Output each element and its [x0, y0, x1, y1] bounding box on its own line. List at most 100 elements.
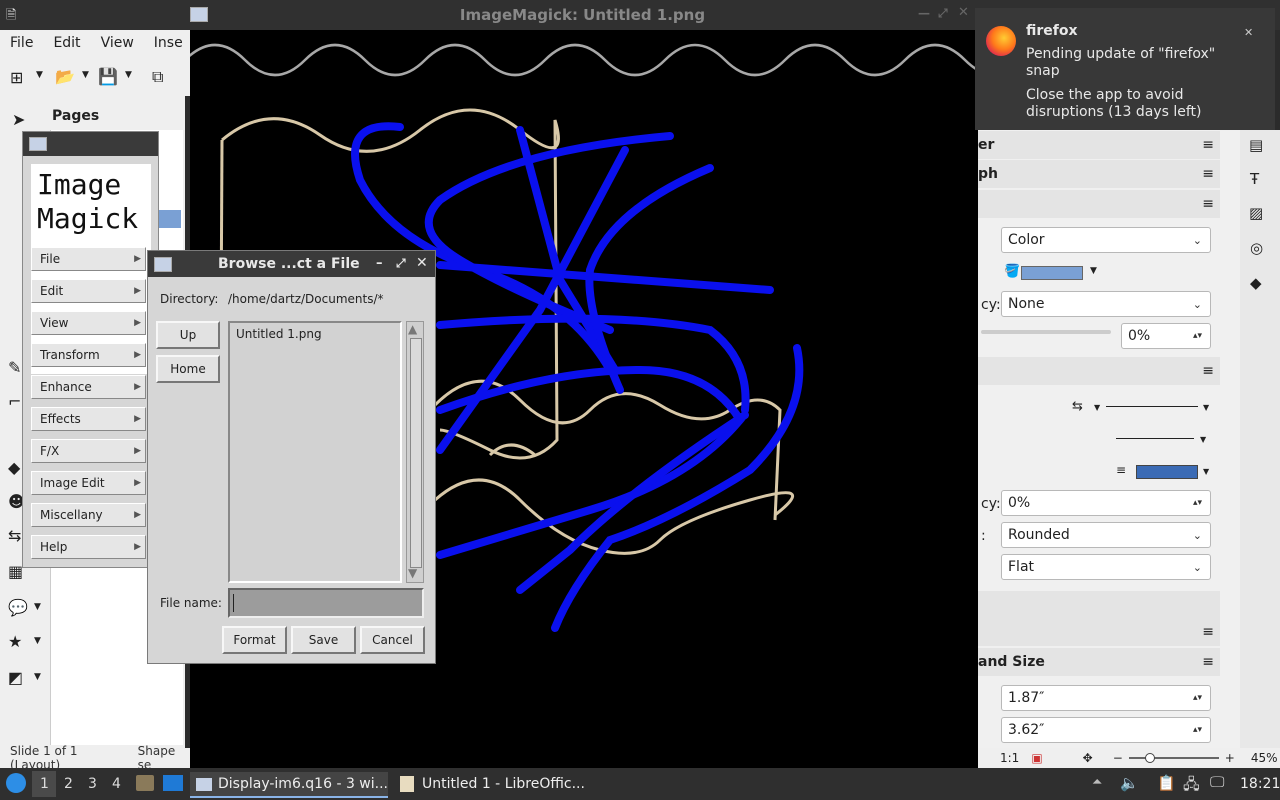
connector-icon[interactable]: ⌐	[8, 392, 21, 411]
volume-icon[interactable]: 🔈	[1120, 774, 1139, 792]
chevron-down-icon[interactable]: ▼	[1203, 403, 1209, 412]
chevron-down-icon[interactable]: ▼	[125, 70, 132, 80]
firefox-update-notification[interactable]: firefox Pending update of "firefox" snap…	[975, 8, 1275, 130]
maximize-icon[interactable]: ⤢	[396, 256, 406, 271]
cube-icon[interactable]: ◩	[8, 668, 23, 687]
navigator-tab-icon[interactable]: ◎	[1250, 239, 1263, 257]
chevron-down-icon[interactable]: ▼	[1203, 467, 1209, 476]
sidebar-section-line[interactable]: ≡	[978, 357, 1220, 385]
arrow-style-icon[interactable]: ⇆	[1072, 399, 1083, 414]
callout-icon[interactable]: 💬	[8, 598, 28, 617]
menu-icon[interactable]: ≡	[1202, 654, 1214, 670]
flowchart-icon[interactable]: ▦	[8, 562, 23, 581]
sidebar-section-blank[interactable]: ≡	[978, 618, 1220, 646]
file-list[interactable]: Untitled 1.png	[228, 321, 402, 583]
sidebar-section-shadow[interactable]	[978, 591, 1220, 619]
spinner-icon[interactable]: ▴▾	[1193, 331, 1202, 341]
arrow-shape-icon[interactable]: ⇆	[8, 526, 21, 545]
shapes-tab-icon[interactable]: ◆	[1250, 274, 1262, 292]
command-miscellany-button[interactable]: Miscellany ▶	[31, 503, 146, 527]
chevron-down-icon[interactable]: ▼	[1090, 266, 1097, 276]
transparency-select[interactable]: None ⌄	[1001, 291, 1211, 317]
show-desktop-icon[interactable]	[163, 775, 183, 791]
workspace-4[interactable]: 4	[112, 776, 121, 792]
cancel-button[interactable]: Cancel	[360, 626, 425, 654]
menu-view[interactable]: View	[91, 35, 144, 51]
command-file-button[interactable]: File ▶	[31, 247, 146, 271]
line-width-preview[interactable]	[1116, 438, 1194, 439]
workspace-3[interactable]: 3	[88, 776, 97, 792]
command-view-button[interactable]: View ▶	[31, 311, 146, 335]
menu-icon[interactable]: ≡	[1202, 137, 1214, 153]
chevron-down-icon[interactable]: ▼	[36, 70, 43, 80]
sidebar-section-paragraph[interactable]: ph ≡	[978, 160, 1220, 188]
command-edit-button[interactable]: Edit ▶	[31, 279, 146, 303]
line-style-preview[interactable]	[1106, 406, 1198, 407]
command-effects-button[interactable]: Effects ▶	[31, 407, 146, 431]
command-f-x-button[interactable]: F/X ▶	[31, 439, 146, 463]
format-button[interactable]: Format	[222, 626, 287, 654]
corner-style-select[interactable]: Rounded ⌄	[1001, 522, 1211, 548]
diamond-icon[interactable]: ◆	[8, 458, 20, 477]
height-field[interactable]: 3.62″ ▴▾	[1001, 717, 1211, 743]
network-icon[interactable]: 🖧	[1183, 774, 1200, 799]
slide-thumbnail-selection[interactable]	[157, 210, 181, 228]
home-button[interactable]: Home	[156, 355, 220, 383]
scroll-up-icon[interactable]: ▲	[408, 322, 417, 336]
tray-up-icon[interactable]: ⏶	[1092, 775, 1102, 790]
menu-icon[interactable]: ≡	[1202, 624, 1214, 640]
task-libreoffice[interactable]: Untitled 1 - LibreOffic...	[392, 772, 592, 796]
chevron-down-icon[interactable]: ▼	[1200, 435, 1206, 444]
zoom-in-icon[interactable]: +	[1225, 751, 1235, 765]
styles-tab-icon[interactable]: Ŧ	[1250, 170, 1259, 188]
spinner-icon[interactable]: ▴▾	[1193, 498, 1202, 508]
chevron-down-icon[interactable]: ▼	[82, 70, 89, 80]
fit-slide-icon[interactable]: ✥	[1043, 751, 1093, 765]
gallery-tab-icon[interactable]: ▨	[1249, 204, 1263, 222]
transparency-percent-field[interactable]: 0% ▴▾	[1121, 323, 1211, 349]
zoom-slider-thumb[interactable]	[1144, 753, 1155, 763]
properties-tab-icon[interactable]: ▤	[1249, 136, 1263, 154]
export-icon[interactable]: ⧉	[152, 67, 163, 87]
zoom-out-icon[interactable]: −	[1093, 751, 1123, 765]
sidebar-section-area[interactable]: ≡	[978, 190, 1220, 218]
notifications-icon[interactable]: 🖵	[1210, 773, 1224, 791]
menu-icon[interactable]: ≡	[1202, 363, 1214, 379]
star-icon[interactable]: ★	[8, 632, 22, 651]
line-transparency-field[interactable]: 0% ▴▾	[1001, 490, 1211, 516]
chevron-down-icon[interactable]: ▼	[34, 636, 41, 646]
chevron-down-icon[interactable]: ▼	[1094, 403, 1100, 412]
slide-layout-icon[interactable]: ⊞	[10, 68, 23, 87]
up-button[interactable]: Up	[156, 321, 220, 349]
chevron-down-icon[interactable]: ▼	[34, 672, 41, 682]
save-icon[interactable]: 💾	[98, 67, 118, 86]
spinner-icon[interactable]: ▴▾	[1193, 693, 1202, 703]
minimize-icon[interactable]: –	[376, 256, 383, 271]
start-menu-icon[interactable]	[6, 773, 26, 793]
select-arrow-icon[interactable]: ➤	[12, 110, 25, 129]
file-manager-icon[interactable]	[136, 775, 154, 791]
close-icon[interactable]: ✕	[958, 5, 969, 20]
workspace-2[interactable]: 2	[64, 776, 73, 792]
transparency-slider[interactable]	[981, 330, 1111, 334]
clipboard-icon[interactable]: 📋	[1157, 774, 1176, 792]
minimize-icon[interactable]: —	[918, 6, 930, 20]
fill-type-select[interactable]: Color ⌄	[1001, 227, 1211, 253]
file-list-item[interactable]: Untitled 1.png	[236, 327, 322, 341]
scroll-down-icon[interactable]: ▼	[408, 566, 417, 580]
command-image-edit-button[interactable]: Image Edit ▶	[31, 471, 146, 495]
save-button[interactable]: Save	[291, 626, 356, 654]
menu-file[interactable]: File	[0, 35, 43, 51]
pencil-icon[interactable]: ✎	[8, 358, 21, 377]
maximize-icon[interactable]: ⤢	[938, 6, 948, 21]
cap-style-select[interactable]: Flat ⌄	[1001, 554, 1211, 580]
scrollbar-thumb[interactable]	[410, 338, 422, 568]
menu-insert[interactable]: Inse	[144, 35, 193, 51]
line-color-swatch[interactable]	[1136, 465, 1198, 479]
fill-color-swatch[interactable]	[1021, 266, 1083, 280]
spinner-icon[interactable]: ▴▾	[1193, 725, 1202, 735]
command-transform-button[interactable]: Transform ▶	[31, 343, 146, 367]
command-help-button[interactable]: Help ▶	[31, 535, 146, 559]
sidebar-section-character[interactable]: er ≡	[978, 131, 1220, 159]
sidebar-section-position-size[interactable]: and Size ≡	[978, 648, 1220, 676]
